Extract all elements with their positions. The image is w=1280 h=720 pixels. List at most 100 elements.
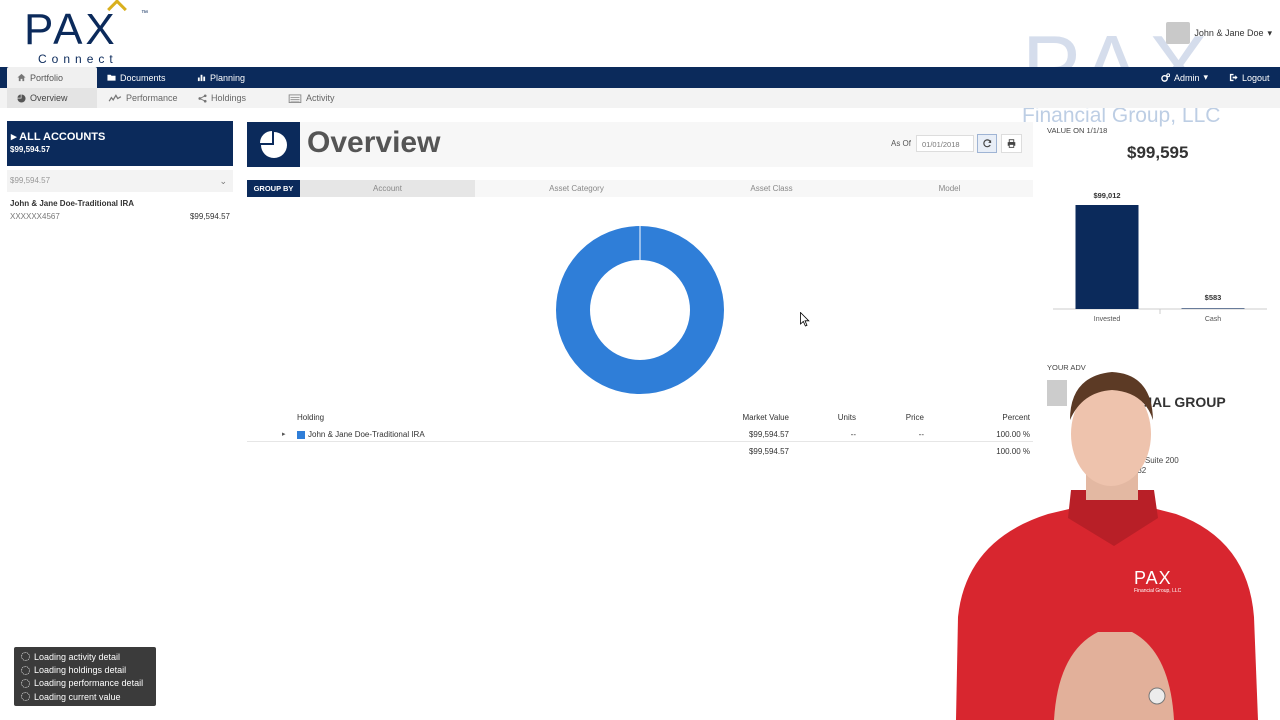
- caret-down-icon: ▾: [1203, 72, 1209, 82]
- bar-invested: [1075, 205, 1139, 309]
- as-of-label: As Of: [891, 139, 912, 148]
- main-navigation: Portfolio Documents Planning Admin ▾ Log…: [0, 67, 1280, 88]
- loading-item: Loading performance detail: [21, 677, 156, 690]
- group-by-asset-category[interactable]: Asset Category: [489, 180, 664, 197]
- subtab-holdings[interactable]: Holdings: [198, 88, 246, 108]
- bar-cash: [1181, 308, 1245, 309]
- group-by-asset-class[interactable]: Asset Class: [684, 180, 859, 197]
- refresh-button[interactable]: [977, 134, 997, 153]
- holding-price: --: [918, 430, 924, 439]
- col-market-value[interactable]: Market Value: [709, 413, 789, 422]
- logo-subtext: Connect: [38, 52, 118, 66]
- table-row[interactable]: ▸ John & Jane Doe-Traditional IRA $99,59…: [247, 428, 1033, 442]
- tab-planning-label: Planning: [210, 72, 246, 83]
- invested-cash-bar-chart: $99,012 Invested $583 Cash: [1053, 191, 1267, 323]
- table-total-row: $99,594.57 100.00 %: [247, 447, 1033, 459]
- bar-chart-bars: $99,012 Invested $583 Cash: [1075, 191, 1245, 323]
- all-accounts-value: $99,594.57: [10, 145, 51, 154]
- page-title: Overview: [307, 126, 441, 159]
- presenter-video-overlay: PAX Financial Group, LLC: [956, 372, 1258, 720]
- value-on-date-label: VALUE ON 1/1/18: [1047, 126, 1108, 135]
- logout-icon: [1229, 73, 1238, 82]
- print-icon: [1007, 139, 1016, 148]
- home-icon: [17, 73, 26, 82]
- group-by-label: GROUP BY: [247, 180, 300, 197]
- sub-navigation: Overview Performance Holdings Activity: [0, 88, 1280, 108]
- folder-icon: [107, 74, 116, 81]
- subtab-overview[interactable]: Overview: [7, 88, 97, 108]
- account-value: $99,594.57: [189, 212, 230, 221]
- chevron-down-icon: ⌄: [219, 176, 227, 186]
- loading-item: Loading current value: [21, 690, 156, 703]
- accounts-summary-toggle[interactable]: $99,594.57 ⌄: [7, 170, 233, 192]
- spinner-icon: [21, 678, 30, 688]
- line-chart-icon: [108, 93, 122, 102]
- tab-portfolio[interactable]: Portfolio: [7, 67, 97, 88]
- loading-status-box: Loading activity detail Loading holdings…: [14, 647, 156, 706]
- bar-category-label: Invested: [1094, 316, 1121, 323]
- bar-data-label: $583: [1205, 293, 1222, 302]
- expand-row-icon[interactable]: ▸: [282, 430, 286, 438]
- col-price[interactable]: Price: [884, 413, 924, 422]
- print-button[interactable]: [1001, 134, 1022, 153]
- gears-icon: [1161, 73, 1170, 82]
- loading-item-label: Loading current value: [34, 691, 121, 702]
- subtab-activity[interactable]: Activity: [288, 88, 335, 108]
- total-market-value: $99,594.57: [748, 447, 789, 456]
- subtab-holdings-label: Holdings: [211, 93, 247, 103]
- group-by-model[interactable]: Model: [862, 180, 1037, 197]
- logout-label: Logout: [1242, 72, 1270, 83]
- calendar-list-icon: [288, 93, 302, 103]
- overview-icon-box: [247, 122, 300, 167]
- caret-right-icon: ▸: [11, 131, 20, 143]
- account-number: XXXXXX4567: [10, 212, 60, 221]
- shirt-logo-subtext: Financial Group, LLC: [1134, 588, 1182, 594]
- pax-connect-logo[interactable]: PAX ™ Connect: [24, 0, 154, 66]
- subtab-performance-label: Performance: [126, 93, 178, 103]
- spinner-icon: [21, 665, 30, 675]
- total-value: $99,595: [1127, 143, 1189, 162]
- user-menu[interactable]: John & Jane Doe ▾: [1166, 22, 1272, 44]
- legend-swatch: [297, 431, 305, 439]
- holdings-table-header: Holding Market Value Units Price Percent: [247, 413, 1033, 425]
- pie-chart-icon: [260, 131, 287, 158]
- account-name[interactable]: John & Jane Doe-Traditional IRA: [10, 199, 134, 208]
- loading-item: Loading activity detail: [21, 650, 156, 663]
- allocation-donut-chart[interactable]: [548, 218, 732, 402]
- holding-market-value: $99,594.57: [748, 430, 789, 439]
- holding-name[interactable]: John & Jane Doe-Traditional IRA: [308, 430, 425, 439]
- bar-chart-icon: [197, 74, 206, 82]
- subtab-overview-label: Overview: [30, 93, 68, 103]
- user-name: John & Jane Doe: [1194, 28, 1264, 38]
- logout-button[interactable]: Logout: [1229, 67, 1270, 88]
- loading-item-label: Loading activity detail: [34, 651, 121, 662]
- as-of-date-input[interactable]: 01/01/2018: [916, 135, 974, 152]
- all-accounts-header[interactable]: ▸ ALL ACCOUNTS $99,594.57: [7, 121, 233, 166]
- spinner-icon: [21, 692, 30, 702]
- loading-item-label: Loading performance detail: [34, 678, 144, 689]
- subtab-performance[interactable]: Performance: [108, 88, 178, 108]
- logo-text: PAX: [24, 5, 118, 54]
- tab-portfolio-label: Portfolio: [30, 72, 64, 83]
- tab-documents[interactable]: Documents: [107, 67, 166, 88]
- loading-item-label: Loading holdings detail: [34, 665, 127, 676]
- logo-trademark: ™: [141, 10, 148, 17]
- spinner-icon: [21, 652, 30, 662]
- bar-category-label: Cash: [1205, 316, 1221, 323]
- admin-menu[interactable]: Admin ▾: [1161, 67, 1208, 88]
- caret-down-icon: ▾: [1267, 27, 1272, 38]
- tab-planning[interactable]: Planning: [197, 67, 245, 88]
- accounts-summary-value: $99,594.57: [10, 176, 51, 185]
- tab-documents-label: Documents: [120, 72, 166, 83]
- user-avatar-icon: [1166, 22, 1191, 44]
- sitemap-icon: [198, 93, 207, 103]
- col-units[interactable]: Units: [816, 413, 856, 422]
- col-holding[interactable]: Holding: [297, 413, 324, 422]
- holding-units: --: [850, 430, 856, 439]
- mouse-cursor-icon: [800, 312, 810, 327]
- bar-data-label: $99,012: [1093, 191, 1120, 200]
- pie-chart-icon: [17, 93, 26, 103]
- group-by-account[interactable]: Account: [300, 180, 475, 197]
- all-accounts-title: ALL ACCOUNTS: [19, 131, 106, 143]
- donut-slice[interactable]: [556, 226, 724, 394]
